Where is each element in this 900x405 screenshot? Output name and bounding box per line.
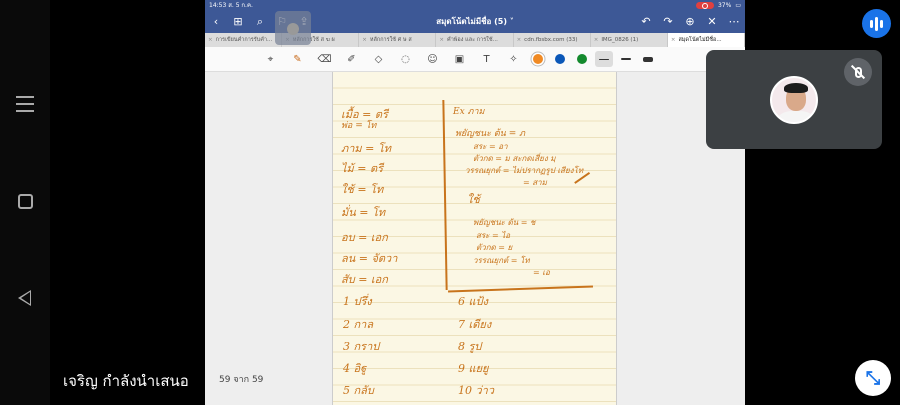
numbered-item: 10 ว่าว <box>458 384 495 397</box>
tab-close-icon[interactable]: × <box>671 37 676 43</box>
grid-icon[interactable]: ⊞ <box>227 15 249 28</box>
color-swatch-orange[interactable] <box>533 54 543 64</box>
numbered-item: 6 แป้ง <box>458 295 488 308</box>
tab-close-icon[interactable]: × <box>594 37 599 43</box>
note-line: Ex ภาม <box>453 107 485 117</box>
note-line: สับ = เอก <box>341 273 388 286</box>
drawing-toolbar: ⌖ ✎ ⌫ ✐ ◇ ◌ ☺ ▣ T ✧ <box>205 47 745 72</box>
shape-icon[interactable]: ◇ <box>365 50 392 68</box>
note-line: พยัญชนะ ต้น = ช <box>473 218 536 227</box>
numbered-item: 7 เดียง <box>458 318 492 331</box>
notebook-page[interactable]: เมื้อ = ตรี พ่อ = โท ภาม = โท ไม้ = ตรี … <box>332 72 617 405</box>
laser-pointer-icon[interactable]: ✧ <box>500 50 527 68</box>
search-icon[interactable]: ⌕ <box>249 15 271 29</box>
home-icon[interactable] <box>18 194 33 209</box>
text-icon[interactable]: T <box>473 50 500 68</box>
tab-label: หลักการใช้ ศ ษ ส <box>369 37 412 43</box>
numbered-item: 9 แยยู <box>458 362 489 375</box>
self-video-tile[interactable] <box>706 50 882 149</box>
tab-2[interactable]: × หลักการใช้ ศ ษ ส <box>359 33 437 47</box>
pen-icon[interactable]: ✎ <box>284 50 311 68</box>
note-line: พ่อ = โท <box>341 121 377 131</box>
tab-6-active[interactable]: × สมุดโน้ตไม่มีชื่อ... <box>667 33 745 47</box>
numbered-item: 3 กราป <box>343 340 380 353</box>
back-icon[interactable] <box>18 290 31 306</box>
tab-3[interactable]: × คำพ้อง และ การใช้... <box>436 33 514 47</box>
note-line: ตัวกด = ย <box>476 243 513 252</box>
color-swatch-blue[interactable] <box>555 54 565 64</box>
numbered-item: 4 อิฐู <box>343 362 367 375</box>
more-icon[interactable]: ⋯ <box>723 15 745 28</box>
note-line: ไม้ = ตรี <box>341 162 384 175</box>
tab-close-icon[interactable]: × <box>208 37 213 43</box>
page-counter: 59 จาก 59 <box>219 375 264 385</box>
tab-5[interactable]: × IMG_0826 (1) <box>591 33 668 47</box>
tab-close-icon[interactable]: × <box>439 37 444 43</box>
numbered-item: 5 กลับ <box>343 384 374 397</box>
document-title[interactable]: สมุดโน้ตไม่มีชื่อ (5) ˅ <box>436 15 514 28</box>
tab-close-icon[interactable]: × <box>517 37 522 43</box>
numbered-item: 2 กาล <box>343 318 374 331</box>
mic-muted-icon[interactable] <box>844 58 872 86</box>
battery-level: 37% <box>717 1 732 9</box>
lasso-icon[interactable]: ◌ <box>392 50 419 68</box>
note-line: พยัญชนะ ต้น = ภ <box>455 129 526 139</box>
exit-fullscreen-icon[interactable]: ⤡ <box>855 360 891 396</box>
tab-label: cdn.fbsbx.com (33) <box>524 37 578 43</box>
note-line: วรรณยุกต์ = โท <box>473 256 530 265</box>
tab-close-icon[interactable]: × <box>362 37 367 43</box>
note-line: ใช้ <box>467 193 480 206</box>
battery-icon: ▭ <box>735 1 741 9</box>
lasso-select-icon[interactable]: ⌖ <box>257 50 284 68</box>
shared-ipad-screen: 14:53 ส. 5 ก.ค. 37% ▭ ‹ ⊞ ⌕ ⚐ ⇪ สมุดโน้ต… <box>205 0 745 405</box>
tab-0[interactable]: × การเขียนคำการรับคำ... <box>205 33 283 47</box>
stroke-medium-button[interactable] <box>617 51 635 67</box>
note-line: ใช้ = โท <box>341 183 384 196</box>
note-line: ภาม = โท <box>341 142 392 155</box>
notebook-canvas: 59 จาก 59 เมื้อ = ตรี พ่อ = โท ภาม = โท … <box>205 72 745 405</box>
undo-icon[interactable]: ↶ <box>635 15 657 28</box>
numbered-item: 8 รูป <box>458 340 482 353</box>
stroke-thick-button[interactable] <box>639 51 657 67</box>
back-chevron-icon[interactable]: ‹ <box>205 15 227 28</box>
avatar <box>770 76 818 124</box>
close-icon[interactable]: ✕ <box>701 15 723 28</box>
ipad-status-bar: 14:53 ส. 5 ก.ค. 37% ▭ <box>205 0 745 10</box>
status-date: ส. 5 ก.ค. <box>228 2 253 9</box>
tab-4[interactable]: × cdn.fbsbx.com (33) <box>514 33 591 47</box>
redo-icon[interactable]: ↷ <box>657 15 679 28</box>
goodnotes-toolbar: ‹ ⊞ ⌕ ⚐ ⇪ สมุดโน้ตไม่มีชื่อ (5) ˅ ↶ ↷ ⊕ … <box>205 10 745 45</box>
eraser-icon[interactable]: ⌫ <box>311 50 338 68</box>
tab-label: การเขียนคำการรับคำ... <box>215 37 273 43</box>
add-page-icon[interactable]: ⊕ <box>679 15 701 28</box>
tab-label: คำพ้อง และ การใช้... <box>447 37 498 43</box>
color-swatch-green[interactable] <box>577 54 587 64</box>
elements-icon[interactable]: ☺ <box>419 50 446 68</box>
numbered-item: 1 ปรึ่ง <box>343 295 372 308</box>
note-line: อบ = เอก <box>341 231 388 244</box>
highlighter-icon[interactable]: ✐ <box>338 50 365 68</box>
image-icon[interactable]: ▣ <box>446 50 473 68</box>
note-line: = เอ <box>533 268 550 277</box>
stroke-thin-button[interactable] <box>595 51 613 67</box>
recent-apps-icon[interactable] <box>16 96 34 117</box>
status-time: 14:53 <box>209 2 227 9</box>
recording-indicator <box>695 1 714 9</box>
note-line: มั่น = โท <box>341 206 386 219</box>
divider-line <box>442 100 448 290</box>
tab-label: IMG_0826 (1) <box>601 37 639 43</box>
presenter-label: เจริญ กำลังนำเสนอ <box>63 372 189 390</box>
android-nav-bar <box>0 0 50 405</box>
camera-overlay <box>275 11 311 45</box>
note-line: = สาม <box>523 178 547 187</box>
audio-activity-icon[interactable] <box>862 9 891 38</box>
screen-share-view: 14:53 ส. 5 ก.ค. 37% ▭ ‹ ⊞ ⌕ ⚐ ⇪ สมุดโน้ต… <box>0 0 900 405</box>
tab-label: สมุดโน้ตไม่มีชื่อ... <box>678 37 722 43</box>
note-line: ลน = จัตวา <box>341 252 398 265</box>
